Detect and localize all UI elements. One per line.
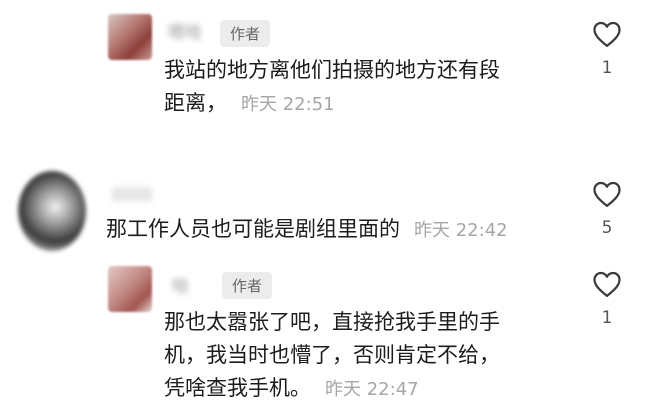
like-count: 1	[601, 58, 613, 78]
comment-line: 那也太嚣张了吧，直接抢我手里的手	[164, 310, 500, 334]
username[interactable]: 嗯哈	[168, 18, 202, 43]
like-button[interactable]: 1	[587, 20, 627, 78]
heart-outline-icon	[593, 271, 621, 297]
comment-line: 距离，	[164, 91, 227, 115]
heart-outline-icon	[593, 181, 621, 207]
comment-text[interactable]: 那工作人员也可能是剧组里面的 昨天 22:42	[106, 213, 566, 247]
comment-text[interactable]: 我站的地方离他们拍摄的地方还有段 距离， 昨天 22:51	[164, 54, 564, 121]
comment-line: 凭啥查我手机。	[164, 376, 311, 400]
comment-reply-1: 嗯哈 作者 我站的地方离他们拍摄的地方还有段 距离， 昨天 22:51 1	[0, 0, 650, 140]
author-badge: 作者	[222, 272, 273, 299]
avatar[interactable]	[18, 171, 86, 251]
timestamp: 昨天 22:42	[414, 220, 508, 241]
timestamp: 昨天 22:47	[325, 379, 419, 400]
avatar[interactable]	[108, 266, 152, 312]
comment-line: 我站的地方离他们拍摄的地方还有段	[164, 58, 500, 82]
avatar[interactable]	[108, 14, 152, 60]
comment-line: 机，我当时也懵了，否则肯定不给，	[164, 343, 500, 367]
comment-text[interactable]: 那也太嚣张了吧，直接抢我手里的手 机，我当时也懵了，否则肯定不给， 凭啥查我手机…	[164, 306, 574, 406]
author-badge: 作者	[220, 20, 271, 47]
timestamp: 昨天 22:51	[241, 94, 335, 115]
comment-line: 那工作人员也可能是剧组里面的	[106, 217, 400, 241]
like-button[interactable]: 5	[587, 180, 627, 238]
username[interactable]: 哈	[172, 272, 189, 297]
comment-reply-3: 哈 作者 那也太嚣张了吧，直接抢我手里的手 机，我当时也懵了，否则肯定不给， 凭…	[0, 258, 650, 405]
username[interactable]	[112, 187, 152, 201]
heart-outline-icon	[593, 21, 621, 47]
like-button[interactable]: 1	[587, 270, 627, 328]
like-count: 5	[601, 218, 613, 238]
like-count: 1	[601, 308, 613, 328]
comment-2: 那工作人员也可能是剧组里面的 昨天 22:42 5	[0, 165, 650, 255]
